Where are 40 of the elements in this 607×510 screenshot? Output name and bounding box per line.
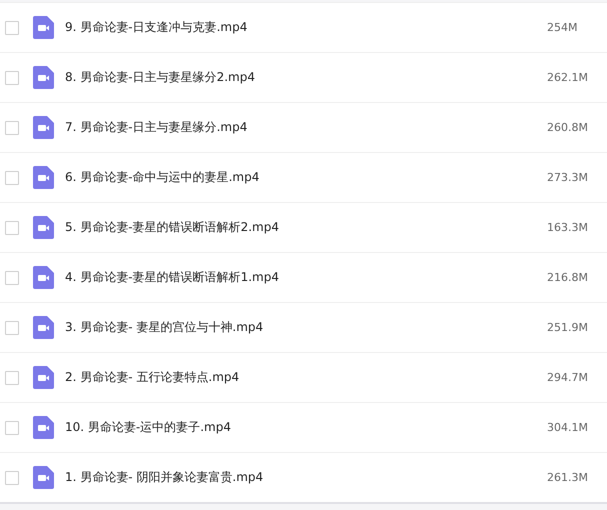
checkbox[interactable] [5,70,19,84]
checkbox[interactable] [5,170,19,184]
video-file-icon [33,466,54,489]
video-file-icon [33,366,54,389]
checkbox[interactable] [5,270,19,284]
video-file-icon [33,66,54,89]
file-name[interactable]: 8. 男命论妻-日主与妻星缘分2.mp4 [65,69,547,86]
checkbox[interactable] [5,370,19,384]
file-size: 260.8M [547,121,589,134]
file-name[interactable]: 7. 男命论妻-日主与妻星缘分.mp4 [65,119,547,136]
file-size: 261.3M [547,471,589,484]
checkbox[interactable] [5,320,19,334]
file-name[interactable]: 2. 男命论妻- 五行论妻特点.mp4 [65,369,547,386]
file-size: 251.9M [547,321,589,334]
video-file-icon [33,16,54,39]
checkbox[interactable] [5,20,19,34]
file-name[interactable]: 1. 男命论妻- 阴阳并象论妻富贵.mp4 [65,469,547,486]
file-name[interactable]: 6. 男命论妻-命中与运中的妻星.mp4 [65,169,547,186]
video-file-icon [33,266,54,289]
file-size: 216.8M [547,271,589,284]
checkbox[interactable] [5,220,19,234]
file-size: 294.7M [547,371,589,384]
file-name[interactable]: 4. 男命论妻-妻星的错误断语解析1.mp4 [65,269,547,286]
video-file-icon [33,166,54,189]
file-name[interactable]: 10. 男命论妻-运中的妻子.mp4 [65,419,547,436]
file-name[interactable]: 5. 男命论妻-妻星的错误断语解析2.mp4 [65,219,547,236]
file-size: 262.1M [547,71,589,84]
file-size: 163.3M [547,221,589,234]
video-file-icon [33,316,54,339]
file-size: 254M [547,21,578,34]
file-size: 304.1M [547,421,589,434]
checkbox[interactable] [5,120,19,134]
file-name[interactable]: 9. 男命论妻-日支逢冲与克妻.mp4 [65,19,547,36]
video-file-icon [33,416,54,439]
file-name[interactable]: 3. 男命论妻- 妻星的宫位与十神.mp4 [65,319,547,336]
checkbox[interactable] [5,470,19,484]
file-size: 273.3M [547,171,589,184]
video-file-icon [33,216,54,239]
checkbox[interactable] [5,420,19,434]
video-file-icon [33,116,54,139]
